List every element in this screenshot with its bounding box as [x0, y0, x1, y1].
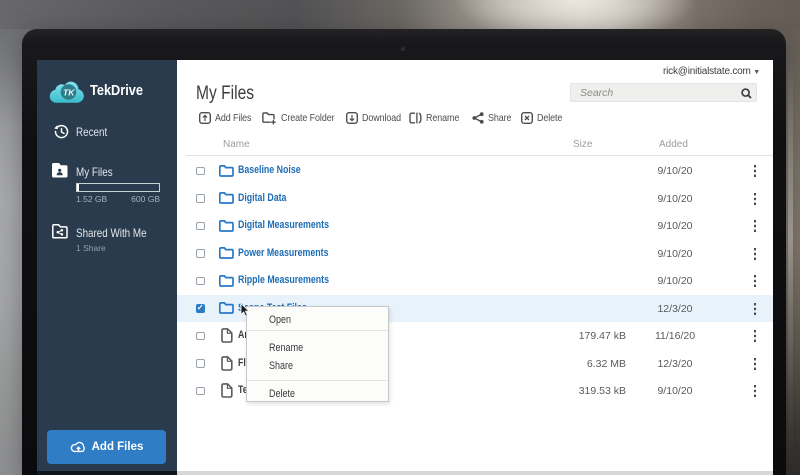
svg-text:TK: TK — [63, 87, 75, 97]
